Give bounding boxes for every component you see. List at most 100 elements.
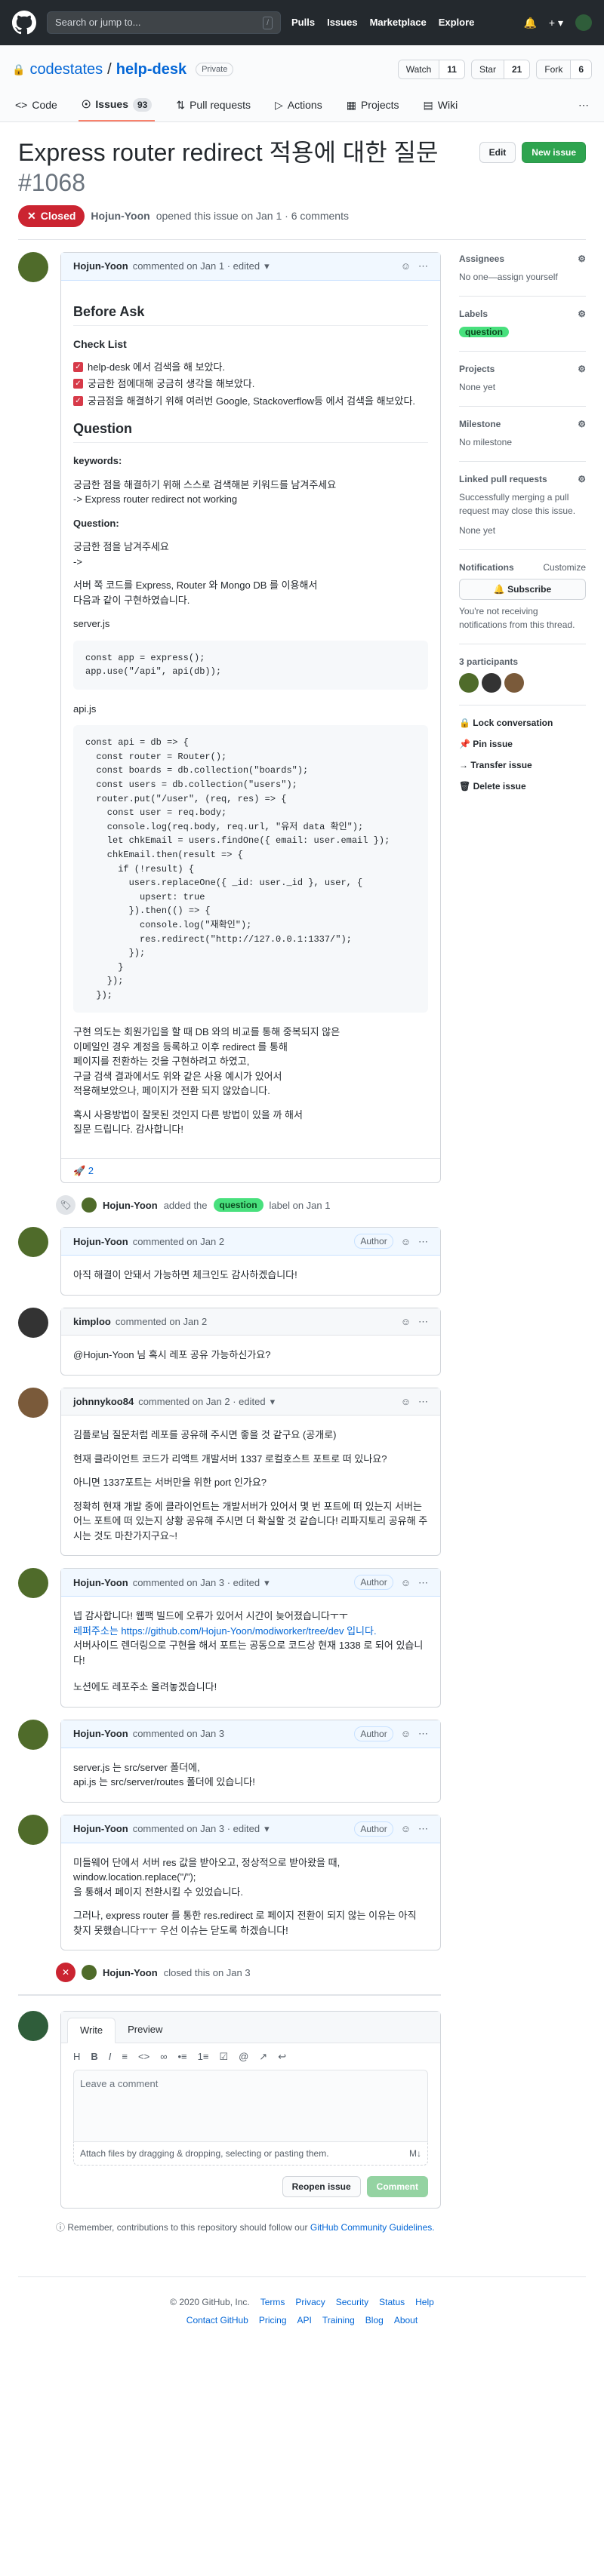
link-icon[interactable]: ∞ xyxy=(160,2049,167,2064)
smiley-icon[interactable]: ☺ xyxy=(401,1575,411,1591)
comment-time[interactable]: commented on Jan 1 · edited xyxy=(133,259,260,274)
gear-icon[interactable]: ⚙ xyxy=(578,362,586,376)
lock-conversation[interactable]: 🔒 Lock conversation xyxy=(459,716,586,730)
tab-pull-requests[interactable]: ⇅ Pull requests xyxy=(173,91,254,121)
bell-icon[interactable]: 🔔 xyxy=(523,15,536,31)
gear-icon[interactable]: ⚙ xyxy=(578,417,586,431)
nav-issues[interactable]: Issues xyxy=(327,15,357,30)
ordered-list-icon[interactable]: 1≡ xyxy=(198,2049,209,2064)
footer-link[interactable]: Status xyxy=(379,2295,405,2309)
comment-time[interactable]: commented on Jan 2 xyxy=(133,1234,224,1250)
cross-reference-icon[interactable]: ↗ xyxy=(259,2049,267,2064)
attach-files-zone[interactable]: Attach files by dragging & dropping, sel… xyxy=(73,2142,428,2166)
plus-icon[interactable]: + ▾ xyxy=(549,15,563,31)
footer-link[interactable]: Security xyxy=(336,2295,368,2309)
delete-issue[interactable]: 🗑 Delete issue xyxy=(459,779,586,793)
checkbox-checked-icon[interactable]: ✓ xyxy=(73,379,83,389)
customize-link[interactable]: Customize xyxy=(543,561,586,574)
bold-icon[interactable]: B xyxy=(91,2049,97,2064)
transfer-issue[interactable]: → Transfer issue xyxy=(459,758,586,772)
footer-link[interactable]: About xyxy=(394,2313,418,2327)
tab-projects[interactable]: ▦ Projects xyxy=(344,91,402,121)
question-label[interactable]: question xyxy=(213,1198,263,1213)
subscribe-button[interactable]: 🔔 Subscribe xyxy=(459,579,586,600)
participant-avatar[interactable] xyxy=(504,673,524,693)
more-icon[interactable]: ⋯ xyxy=(575,91,592,121)
avatar[interactable] xyxy=(18,1387,48,1418)
tab-actions[interactable]: ▷ Actions xyxy=(272,91,325,121)
chevron-down-icon[interactable]: ▾ xyxy=(270,1394,276,1409)
smiley-icon[interactable]: ☺ xyxy=(401,1234,411,1250)
comment-author[interactable]: kimploo xyxy=(73,1314,111,1329)
comment-time[interactable]: commented on Jan 2 · edited xyxy=(138,1394,265,1409)
github-logo-icon[interactable] xyxy=(12,11,36,35)
footer-link[interactable]: Blog xyxy=(365,2313,384,2327)
reply-icon[interactable]: ↩ xyxy=(278,2049,286,2064)
reopen-issue-button[interactable]: Reopen issue xyxy=(282,2176,361,2198)
edit-title-button[interactable]: Edit xyxy=(479,142,516,163)
comment-time[interactable]: commented on Jan 2 xyxy=(116,1314,207,1329)
comment-time[interactable]: commented on Jan 3 xyxy=(133,1726,224,1741)
new-issue-button[interactable]: New issue xyxy=(522,142,586,163)
avatar[interactable] xyxy=(18,1719,48,1750)
comment-time[interactable]: commented on Jan 3 · edited xyxy=(133,1575,260,1591)
watch-count[interactable]: 11 xyxy=(439,60,464,78)
comment-author[interactable]: johnnykoo84 xyxy=(73,1394,134,1409)
quote-icon[interactable]: ≡ xyxy=(122,2049,128,2064)
code-icon[interactable]: <> xyxy=(138,2049,149,2064)
avatar[interactable] xyxy=(18,252,48,282)
participant-avatar[interactable] xyxy=(482,673,501,693)
footer-link[interactable]: Training xyxy=(322,2313,355,2327)
smiley-icon[interactable]: ☺ xyxy=(401,1821,411,1837)
tab-issues[interactable]: ☉ Issues 93 xyxy=(78,91,156,121)
comment-author[interactable]: Hojun-Yoon xyxy=(73,1234,128,1250)
footer-link[interactable]: API xyxy=(297,2313,312,2327)
checkbox-checked-icon[interactable]: ✓ xyxy=(73,361,83,372)
footer-link[interactable]: Terms xyxy=(260,2295,285,2309)
chevron-down-icon[interactable]: ▾ xyxy=(264,1821,270,1837)
tab-wiki[interactable]: ▤ Wiki xyxy=(421,91,461,121)
smiley-icon[interactable]: ☺ xyxy=(401,1314,411,1329)
fork-count[interactable]: 6 xyxy=(570,60,591,78)
checkbox-checked-icon[interactable]: ✓ xyxy=(73,395,83,406)
tab-code[interactable]: <> Code xyxy=(12,91,60,121)
kebab-icon[interactable]: ⋯ xyxy=(418,1575,428,1591)
star-button[interactable]: Star 21 xyxy=(470,60,531,79)
kebab-icon[interactable]: ⋯ xyxy=(418,1821,428,1837)
smiley-icon[interactable]: ☺ xyxy=(401,1726,411,1741)
comment-author[interactable]: Hojun-Yoon xyxy=(73,1821,128,1837)
heading-icon[interactable]: H xyxy=(73,2049,80,2064)
comment-button[interactable]: Comment xyxy=(366,2176,428,2198)
italic-icon[interactable]: I xyxy=(109,2049,112,2064)
comment-author[interactable]: Hojun-Yoon xyxy=(73,1575,128,1591)
chevron-down-icon[interactable]: ▾ xyxy=(264,1575,270,1591)
event-author[interactable]: Hojun-Yoon xyxy=(103,1198,158,1213)
avatar[interactable] xyxy=(18,1227,48,1258)
issue-author[interactable]: Hojun-Yoon xyxy=(91,208,149,224)
comment-textarea[interactable]: Leave a comment xyxy=(73,2070,428,2143)
watch-button[interactable]: Watch 11 xyxy=(397,60,465,79)
gear-icon[interactable]: ⚙ xyxy=(578,307,586,321)
tasklist-icon[interactable]: ☑ xyxy=(219,2049,228,2064)
event-author[interactable]: Hojun-Yoon xyxy=(103,1966,158,1981)
repo-name-link[interactable]: help-desk xyxy=(116,58,186,81)
avatar[interactable] xyxy=(18,1814,48,1845)
comment-time[interactable]: commented on Jan 3 · edited xyxy=(133,1821,260,1837)
mention-icon[interactable]: @ xyxy=(239,2049,248,2064)
avatar[interactable] xyxy=(18,1568,48,1599)
assign-yourself-link[interactable]: No one—assign yourself xyxy=(459,272,558,282)
kebab-icon[interactable]: ⋯ xyxy=(418,1314,428,1329)
label-question[interactable]: question xyxy=(459,327,509,337)
pin-issue[interactable]: 📌 Pin issue xyxy=(459,737,586,751)
search-input[interactable]: Search or jump to... / xyxy=(47,11,281,34)
footer-link[interactable]: Pricing xyxy=(259,2313,287,2327)
reaction-rocket[interactable]: 🚀 2 xyxy=(61,1157,440,1183)
gear-icon[interactable]: ⚙ xyxy=(578,252,586,266)
smiley-icon[interactable]: ☺ xyxy=(401,259,411,274)
repo-owner-link[interactable]: codestates xyxy=(29,58,103,81)
guidelines-link[interactable]: GitHub Community Guidelines. xyxy=(310,2222,435,2233)
fork-button[interactable]: Fork 6 xyxy=(536,60,592,79)
participant-avatar[interactable] xyxy=(459,673,479,693)
unordered-list-icon[interactable]: •≡ xyxy=(177,2049,186,2064)
gear-icon[interactable]: ⚙ xyxy=(578,472,586,486)
